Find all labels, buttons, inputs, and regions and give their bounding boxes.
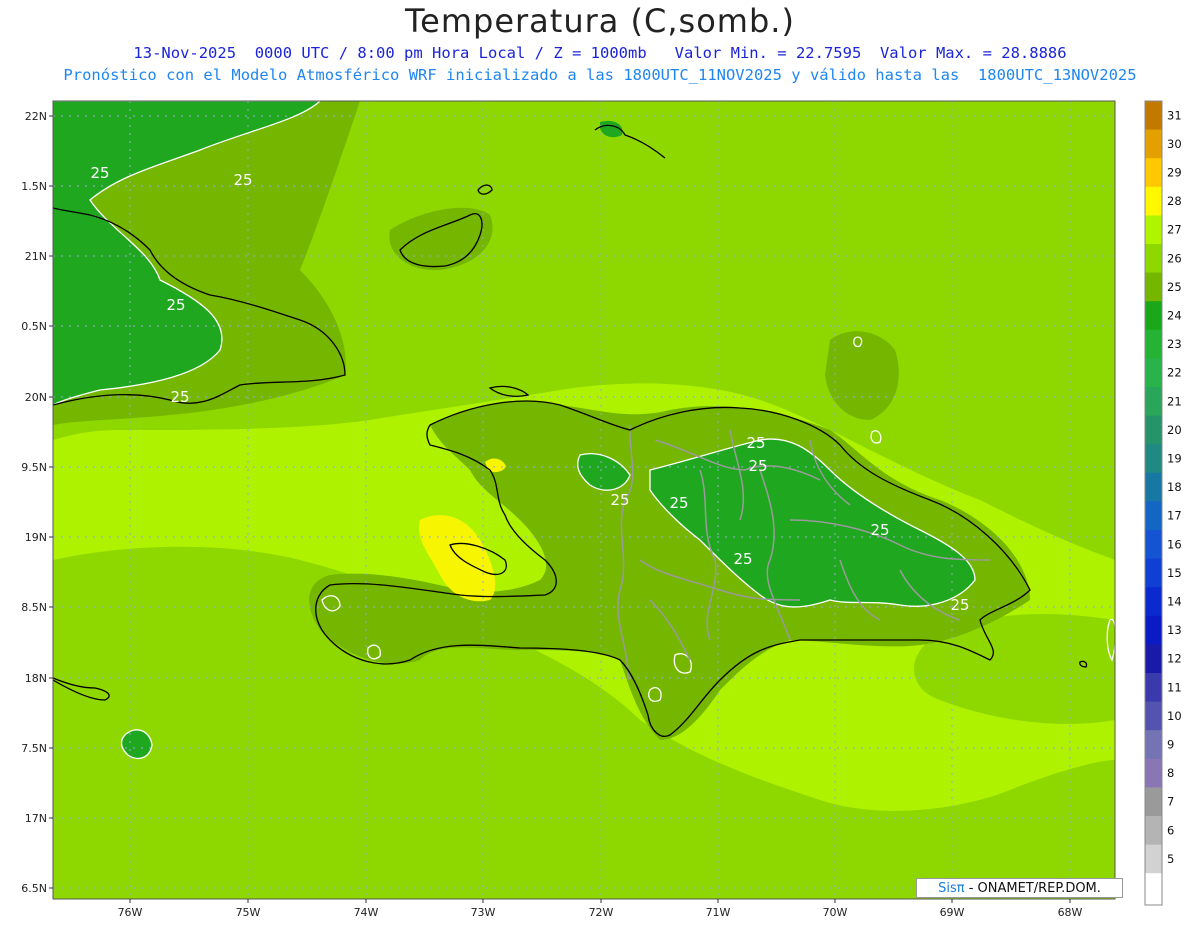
contour-label: 25 — [733, 550, 752, 568]
colorbar-swatch — [1145, 329, 1162, 359]
x-tick-label: 74W — [354, 906, 379, 919]
colorbar-swatch — [1145, 215, 1162, 245]
credit-text: - ONAMET/REP.DOM. — [964, 881, 1101, 896]
y-tick-label: 1.5N — [21, 180, 47, 193]
contour-label: 25 — [748, 457, 767, 475]
colorbar-level-label: 6 — [1167, 823, 1174, 837]
colorbar-swatch — [1145, 444, 1162, 474]
colorbar-swatch — [1145, 530, 1162, 560]
x-tick-label: 73W — [471, 906, 496, 919]
contour-label: 25 — [233, 171, 252, 189]
x-tick-label: 72W — [589, 906, 614, 919]
colorbar-swatch — [1145, 501, 1162, 531]
contour-label: 25 — [870, 521, 889, 539]
credit-box: Sisπ - ONAMET/REP.DOM. — [916, 878, 1123, 898]
colorbar-level-label: 23 — [1167, 337, 1182, 351]
colorbar-level-label: 29 — [1167, 166, 1182, 180]
colorbar-level-label: 5 — [1167, 852, 1174, 866]
contour-label: 25 — [166, 296, 185, 314]
colorbar-swatch — [1145, 415, 1162, 445]
x-tick-label: 69W — [940, 906, 965, 919]
colorbar-level-label: 20 — [1167, 423, 1182, 437]
colorbar-level-label: 27 — [1167, 223, 1182, 237]
colorbar-level-label: 11 — [1167, 680, 1182, 694]
colorbar-level-label: 24 — [1167, 309, 1182, 323]
y-tick-label: 22N — [25, 110, 47, 123]
colorbar-level-label: 31 — [1167, 108, 1182, 122]
colorbar-level-label: 15 — [1167, 566, 1182, 580]
y-tick-label: 8.5N — [21, 601, 47, 614]
y-axis-labels: 22N 1.5N 21N 0.5N 20N 9.5N 19N 8.5N 18N … — [21, 110, 47, 895]
x-tick-label: 71W — [706, 906, 731, 919]
shaded-field: 25 25 25 25 25 25 25 25 25 25 25 — [53, 101, 1115, 899]
y-tick-label: 21N — [25, 250, 47, 263]
sispi-logo: Sisπ — [938, 881, 965, 896]
y-axis — [49, 115, 53, 889]
colorbar-level-label: 25 — [1167, 280, 1182, 294]
contour-label: 25 — [746, 434, 765, 452]
contour-label: 25 — [90, 164, 109, 182]
colorbar-swatch — [1145, 558, 1162, 588]
colorbar-swatch — [1145, 644, 1162, 674]
colorbar-level-label: 8 — [1167, 766, 1174, 780]
x-axis — [129, 899, 1071, 903]
colorbar-swatch — [1145, 101, 1162, 131]
colorbar-swatch — [1145, 701, 1162, 731]
colorbar-swatch-bottom — [1145, 873, 1162, 905]
colorbar-swatch — [1145, 158, 1162, 188]
colorbar-swatch — [1145, 244, 1162, 274]
colorbar-swatch — [1145, 587, 1162, 617]
colorbar-swatch — [1145, 272, 1162, 302]
colorbar-level-label: 7 — [1167, 795, 1174, 809]
colorbar-level-label: 9 — [1167, 738, 1174, 752]
colorbar-swatch — [1145, 816, 1162, 846]
y-tick-label: 17N — [25, 812, 47, 825]
x-tick-label: 68W — [1058, 906, 1083, 919]
colorbar-swatch — [1145, 129, 1162, 159]
y-tick-label: 7.5N — [21, 742, 47, 755]
colorbar-level-label: 10 — [1167, 709, 1182, 723]
colorbar-swatch — [1145, 673, 1162, 703]
contour-label: 25 — [610, 491, 629, 509]
x-tick-label: 70W — [823, 906, 848, 919]
contour-label: 25 — [170, 388, 189, 406]
colorbar-swatch — [1145, 787, 1162, 817]
y-tick-label: 0.5N — [21, 320, 47, 333]
y-tick-label: 6.5N — [21, 882, 47, 895]
y-tick-label: 20N — [25, 391, 47, 404]
colorbar-swatch — [1145, 730, 1162, 760]
colorbar-swatch — [1145, 387, 1162, 417]
colorbar-level-label: 26 — [1167, 251, 1182, 265]
colorbar-level-label: 14 — [1167, 595, 1182, 609]
colorbar-level-label: 16 — [1167, 537, 1182, 551]
x-tick-label: 75W — [236, 906, 261, 919]
colorbar-level-label: 22 — [1167, 366, 1182, 380]
y-tick-label: 9.5N — [21, 461, 47, 474]
colorbar-level-label: 18 — [1167, 480, 1182, 494]
colorbar-level-label: 28 — [1167, 194, 1182, 208]
x-axis-labels: 76W 75W 74W 73W 72W 71W 70W 69W 68W — [118, 906, 1083, 919]
colorbar-swatch — [1145, 472, 1162, 502]
x-tick-label: 76W — [118, 906, 143, 919]
colorbar-swatch — [1145, 758, 1162, 788]
colorbar-swatch — [1145, 186, 1162, 216]
colorbar-level-label: 17 — [1167, 509, 1182, 523]
contour-label: 25 — [950, 596, 969, 614]
colorbar-level-label: 30 — [1167, 137, 1182, 151]
colorbar-swatch — [1145, 844, 1162, 874]
colorbar-level-label: 21 — [1167, 394, 1182, 408]
y-tick-label: 18N — [25, 672, 47, 685]
colorbar-swatch — [1145, 301, 1162, 331]
colorbar: 31 30 29 28 27 26 25 24 23 22 21 20 19 18 17 16 15 14 13 12… — [1145, 101, 1182, 905]
colorbar-level-label: 12 — [1167, 652, 1182, 666]
colorbar-level-label: 13 — [1167, 623, 1182, 637]
contour-label: 25 — [669, 494, 688, 512]
y-tick-label: 19N — [25, 531, 47, 544]
colorbar-swatch — [1145, 358, 1162, 388]
coast-jamaica-west — [53, 646, 54, 648]
colorbar-level-label: 19 — [1167, 452, 1182, 466]
colorbar-swatch — [1145, 615, 1162, 645]
temperature-map: 25 25 25 25 25 25 25 25 25 25 25 22N 1.5… — [21, 100, 1182, 919]
